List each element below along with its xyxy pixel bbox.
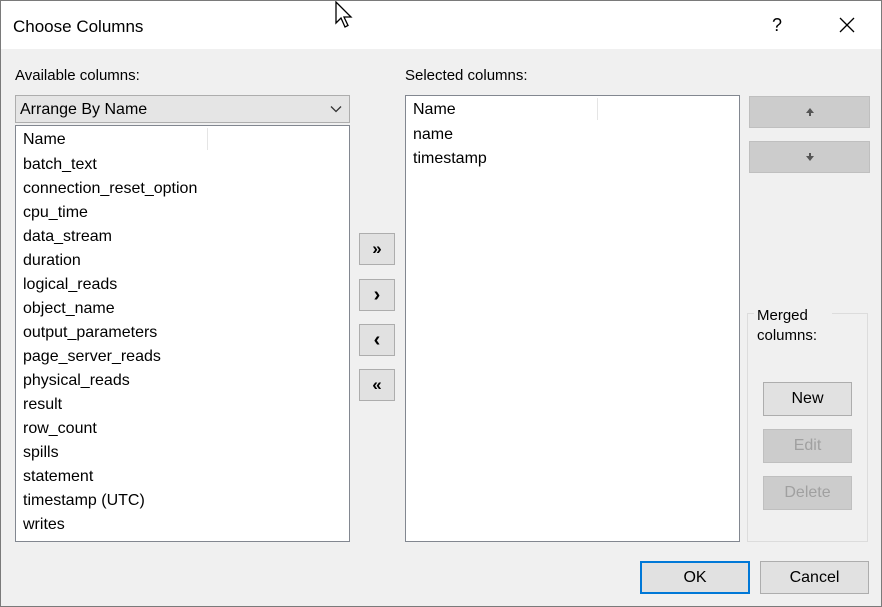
dialog-title: Choose Columns	[13, 17, 144, 36]
column-header-name: Name	[413, 101, 456, 118]
list-item[interactable]: timestamp (UTC)	[23, 489, 197, 513]
title-bar: Choose Columns ?	[1, 1, 881, 49]
edit-merged-button[interactable]: Edit	[763, 429, 852, 463]
list-item[interactable]: row_count	[23, 417, 197, 441]
available-items: batch_text connection_reset_option cpu_tim…	[23, 153, 197, 537]
double-chevron-right-icon: »	[372, 239, 382, 258]
cancel-button[interactable]: Cancel	[760, 561, 869, 594]
selected-columns-label: Selected columns:	[405, 67, 528, 84]
arrange-by-dropdown[interactable]: Arrange By Name	[15, 95, 350, 123]
list-item[interactable]: spills	[23, 441, 197, 465]
remove-button[interactable]: ‹	[359, 324, 395, 356]
add-button[interactable]: ›	[359, 279, 395, 311]
close-button[interactable]	[825, 1, 869, 49]
available-columns-label: Available columns:	[15, 67, 140, 84]
new-merged-button[interactable]: New	[763, 382, 852, 416]
add-all-button[interactable]: »	[359, 233, 395, 265]
selected-columns-list[interactable]: Name name timestamp	[405, 95, 740, 542]
list-item[interactable]: page_server_reads	[23, 345, 197, 369]
arrange-by-value: Arrange By Name	[20, 101, 148, 118]
list-item[interactable]: result	[23, 393, 197, 417]
mouse-pointer-icon	[334, 1, 356, 36]
selected-columns-header[interactable]: Name	[406, 96, 739, 122]
available-columns-header[interactable]: Name	[16, 126, 349, 152]
list-item[interactable]: connection_reset_option	[23, 177, 197, 201]
list-item[interactable]: physical_reads	[23, 369, 197, 393]
arrow-up-icon	[805, 108, 814, 116]
ok-button[interactable]: OK	[640, 561, 750, 594]
list-item[interactable]: batch_text	[23, 153, 197, 177]
chevron-left-icon: ‹	[373, 328, 381, 351]
help-button[interactable]: ?	[761, 1, 793, 49]
list-item[interactable]: data_stream	[23, 225, 197, 249]
selected-items: name timestamp	[413, 123, 487, 171]
double-chevron-left-icon: «	[372, 375, 382, 394]
move-up-button[interactable]	[749, 96, 870, 128]
list-item[interactable]: timestamp	[413, 147, 487, 171]
remove-all-button[interactable]: «	[359, 369, 395, 401]
list-item[interactable]: logical_reads	[23, 273, 197, 297]
list-item[interactable]: statement	[23, 465, 197, 489]
list-item[interactable]: cpu_time	[23, 201, 197, 225]
list-item[interactable]: writes	[23, 513, 197, 537]
list-item[interactable]: output_parameters	[23, 321, 197, 345]
available-columns-list[interactable]: Name batch_text connection_reset_option cp…	[15, 125, 350, 542]
list-item[interactable]: duration	[23, 249, 197, 273]
column-header-divider[interactable]	[207, 128, 208, 150]
move-down-button[interactable]	[749, 141, 870, 173]
close-icon	[839, 17, 855, 33]
chevron-down-icon	[329, 102, 343, 121]
list-item[interactable]: name	[413, 123, 487, 147]
column-header-name: Name	[23, 131, 66, 148]
column-header-divider[interactable]	[597, 98, 598, 120]
list-item[interactable]: object_name	[23, 297, 197, 321]
arrow-down-icon	[805, 153, 814, 161]
choose-columns-dialog: Choose Columns ? Available columns: Arra…	[0, 0, 882, 607]
chevron-right-icon: ›	[373, 283, 381, 306]
delete-merged-button[interactable]: Delete	[763, 476, 852, 510]
merged-columns-label: Merged columns:	[754, 306, 832, 346]
